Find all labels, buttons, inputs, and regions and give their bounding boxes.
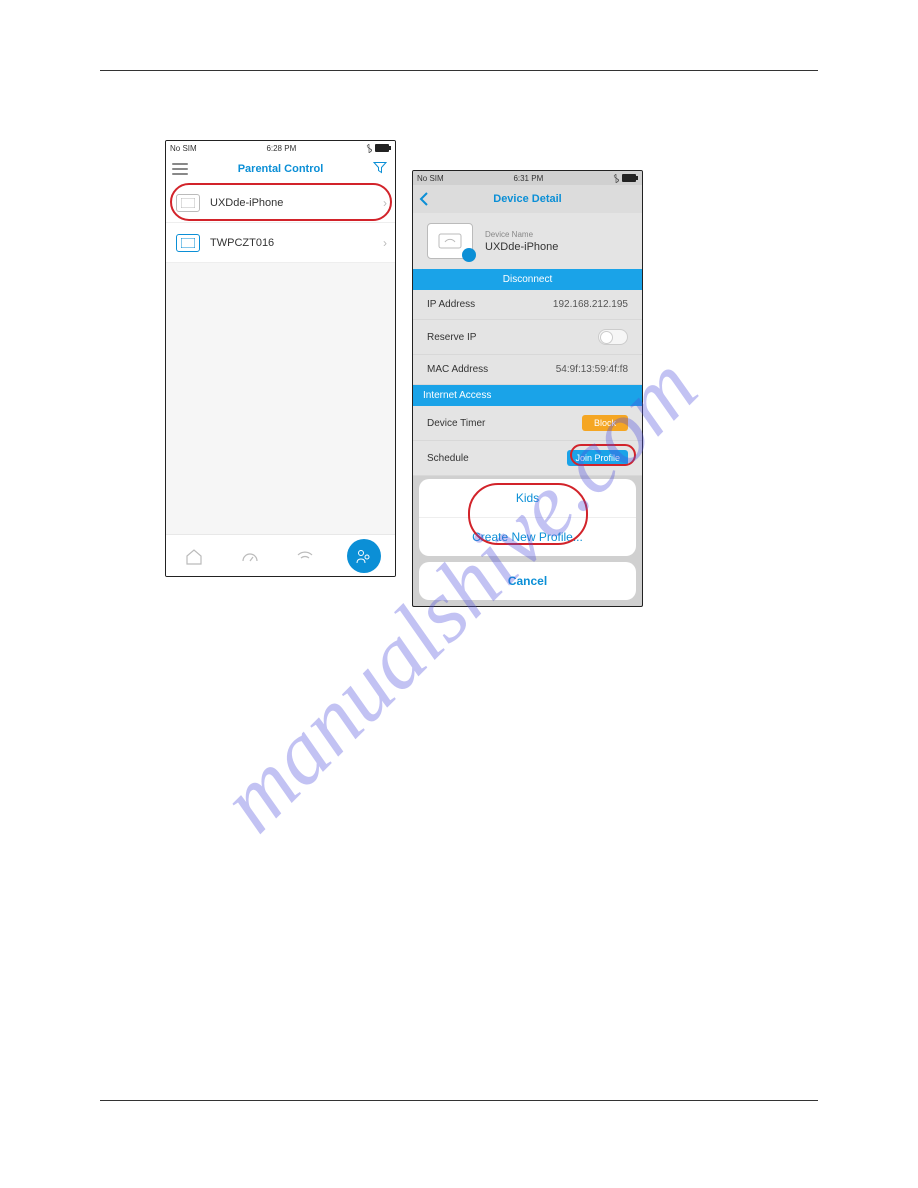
ip-value: 192.168.212.195 bbox=[553, 299, 628, 310]
battery-icon bbox=[622, 174, 638, 182]
page-rule-top bbox=[100, 70, 818, 71]
device-name-label: Device Name bbox=[485, 230, 558, 239]
device-name-value: UXDde-iPhone bbox=[485, 241, 558, 253]
device-header: Device Name UXDde-iPhone bbox=[413, 213, 642, 269]
join-profile-button[interactable]: Join Profile bbox=[567, 450, 628, 466]
device-icon bbox=[176, 234, 200, 252]
carrier-label: No SIM bbox=[417, 174, 444, 183]
bluetooth-icon bbox=[366, 144, 372, 153]
device-thumbnail[interactable] bbox=[427, 223, 473, 259]
page-title: Parental Control bbox=[238, 163, 324, 175]
device-icon bbox=[438, 233, 462, 249]
row-schedule: Schedule Join Profile bbox=[413, 441, 642, 476]
hamburger-icon bbox=[172, 163, 188, 175]
page-rule-bottom bbox=[100, 1100, 818, 1101]
sheet-cancel-button[interactable]: Cancel bbox=[419, 562, 636, 600]
device-timer-label: Device Timer bbox=[427, 418, 485, 429]
battery-icon bbox=[375, 144, 391, 152]
chevron-right-icon: › bbox=[383, 236, 387, 250]
back-button[interactable] bbox=[419, 191, 429, 207]
schedule-label: Schedule bbox=[427, 453, 469, 464]
parental-icon bbox=[354, 546, 374, 566]
tab-wifi[interactable] bbox=[291, 542, 319, 570]
menu-button[interactable] bbox=[172, 163, 188, 175]
device-name: UXDde-iPhone bbox=[210, 197, 283, 209]
nav-bar: Parental Control bbox=[166, 155, 395, 183]
action-sheet: Kids Create New Profile... Cancel bbox=[419, 479, 636, 600]
tab-bar bbox=[166, 534, 395, 576]
reserve-ip-label: Reserve IP bbox=[427, 332, 476, 343]
row-ip: IP Address 192.168.212.195 bbox=[413, 290, 642, 320]
time-label: 6:28 PM bbox=[266, 144, 296, 153]
chevron-right-icon: › bbox=[383, 196, 387, 210]
tab-home[interactable] bbox=[180, 542, 208, 570]
chevron-left-icon bbox=[419, 191, 429, 207]
list-item[interactable]: UXDde-iPhone › bbox=[166, 183, 395, 223]
tab-speed[interactable] bbox=[236, 542, 264, 570]
edit-badge[interactable] bbox=[462, 248, 476, 262]
home-icon bbox=[184, 546, 204, 566]
filter-icon bbox=[373, 161, 387, 175]
row-mac: MAC Address 54:9f:13:59:4f:f8 bbox=[413, 355, 642, 385]
internet-access-header: Internet Access bbox=[413, 385, 642, 406]
bluetooth-icon bbox=[613, 174, 619, 183]
device-name: TWPCZT016 bbox=[210, 237, 274, 249]
phone-parental-control: No SIM 6:28 PM Parental Control bbox=[165, 140, 396, 577]
wifi-icon bbox=[295, 546, 315, 566]
block-button[interactable]: Block bbox=[582, 415, 628, 431]
action-sheet-options: Kids Create New Profile... bbox=[419, 479, 636, 556]
row-device-timer: Device Timer Block bbox=[413, 406, 642, 441]
phone-device-detail: No SIM 6:31 PM Device Detail bbox=[412, 170, 643, 607]
gauge-icon bbox=[240, 546, 260, 566]
disconnect-button[interactable]: Disconnect bbox=[413, 269, 642, 290]
filter-button[interactable] bbox=[373, 161, 387, 178]
row-reserve-ip: Reserve IP bbox=[413, 320, 642, 355]
sheet-option-kids[interactable]: Kids bbox=[419, 479, 636, 517]
reserve-ip-toggle[interactable] bbox=[598, 329, 628, 345]
mac-value: 54:9f:13:59:4f:f8 bbox=[556, 364, 628, 375]
nav-bar: Device Detail bbox=[413, 185, 642, 213]
page-title: Device Detail bbox=[493, 193, 561, 205]
device-icon bbox=[176, 194, 200, 212]
tab-parental[interactable] bbox=[347, 539, 381, 573]
time-label: 6:31 PM bbox=[513, 174, 543, 183]
list-item[interactable]: TWPCZT016 › bbox=[166, 223, 395, 263]
device-list: UXDde-iPhone › TWPCZT016 › bbox=[166, 183, 395, 540]
status-bar: No SIM 6:28 PM bbox=[166, 141, 395, 155]
ip-label: IP Address bbox=[427, 299, 475, 310]
status-bar: No SIM 6:31 PM bbox=[413, 171, 642, 185]
mac-label: MAC Address bbox=[427, 364, 488, 375]
sheet-option-create[interactable]: Create New Profile... bbox=[419, 517, 636, 556]
carrier-label: No SIM bbox=[170, 144, 197, 153]
